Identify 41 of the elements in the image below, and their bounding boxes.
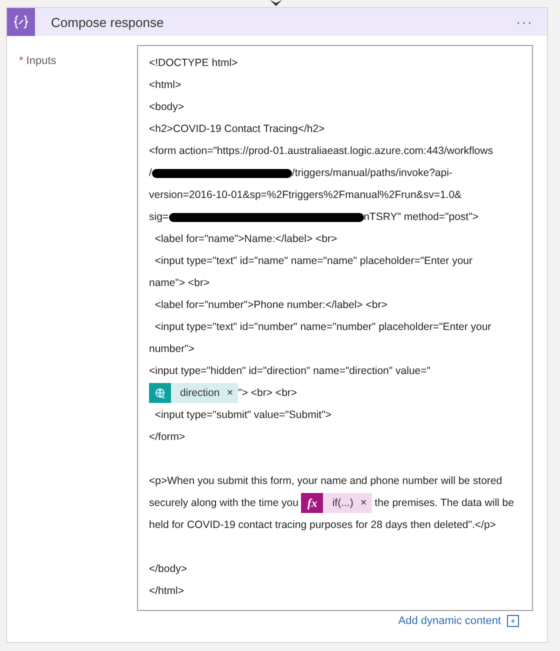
code-text: held for COVID-19 contact tracing purposes for 28 days then deleted".</p> bbox=[149, 519, 496, 531]
add-dynamic-content-button[interactable]: + bbox=[507, 615, 519, 627]
card-header[interactable]: Compose response ··· bbox=[7, 8, 547, 36]
remove-token-button[interactable]: × bbox=[226, 387, 234, 399]
code-text: <input type="submit" value="Submit"> bbox=[154, 409, 332, 421]
connector-arrow-icon bbox=[268, 0, 284, 7]
code-text: <form action="https://prod-01.australiaeast.logic.azure.com:443/workflows bbox=[149, 145, 493, 157]
code-text: sig= bbox=[149, 211, 169, 223]
code-text: name"> <br> bbox=[149, 277, 210, 289]
code-text: </form> bbox=[149, 431, 186, 443]
code-text: <label for="name">Name:</label> <br> bbox=[154, 233, 338, 245]
code-text: <label for="number">Phone number:</label> <br> bbox=[154, 299, 388, 311]
code-text: </html> bbox=[149, 585, 184, 597]
code-text: </body> bbox=[149, 563, 187, 575]
globe-icon bbox=[149, 383, 171, 403]
function-icon: fx bbox=[301, 493, 324, 513]
code-text: <p>When you submit this form, your name and phone number will be stored bbox=[149, 475, 502, 487]
code-text: <body> bbox=[149, 101, 184, 113]
code-text: version=2016-10-01&sp=%2Ftriggers%2Fmanual%2Frun&sv=1.0& bbox=[149, 189, 462, 201]
code-text: "> <br> <br> bbox=[238, 387, 298, 399]
code-text: <input type="text" id="number" name="number" placeholder="Enter your bbox=[154, 321, 492, 333]
code-text: the premises. The data will be bbox=[374, 497, 514, 509]
code-text: <!DOCTYPE html> bbox=[149, 57, 238, 69]
add-dynamic-content-link[interactable]: Add dynamic content bbox=[398, 615, 501, 627]
token-chip[interactable]: if(...) × bbox=[323, 493, 372, 513]
code-text: <input type="text" id="name" name="name" placeholder="Enter your bbox=[154, 255, 472, 267]
inputs-editor-field[interactable] bbox=[137, 45, 533, 611]
more-options-button[interactable]: ··· bbox=[510, 13, 539, 31]
token-chip[interactable]: direction × bbox=[171, 383, 238, 403]
code-text: <input type="hidden" id="direction" name="direction" value=" bbox=[149, 365, 430, 377]
card-title: Compose response bbox=[51, 14, 165, 30]
code-text: securely along with the time you bbox=[149, 497, 300, 509]
code-text: nTSRY" method="post"> bbox=[364, 211, 478, 223]
code-text: / bbox=[149, 167, 152, 179]
required-mark: * bbox=[19, 55, 24, 69]
code-text: <html> bbox=[149, 79, 182, 91]
code-text: number"> bbox=[149, 343, 194, 355]
code-text: <h2>COVID-19 Contact Tracing</h2> bbox=[149, 123, 325, 135]
code-text: /triggers/manual/paths/invoke?api- bbox=[292, 167, 452, 179]
remove-token-button[interactable]: × bbox=[360, 497, 367, 509]
field-label: Inputs bbox=[26, 55, 56, 69]
